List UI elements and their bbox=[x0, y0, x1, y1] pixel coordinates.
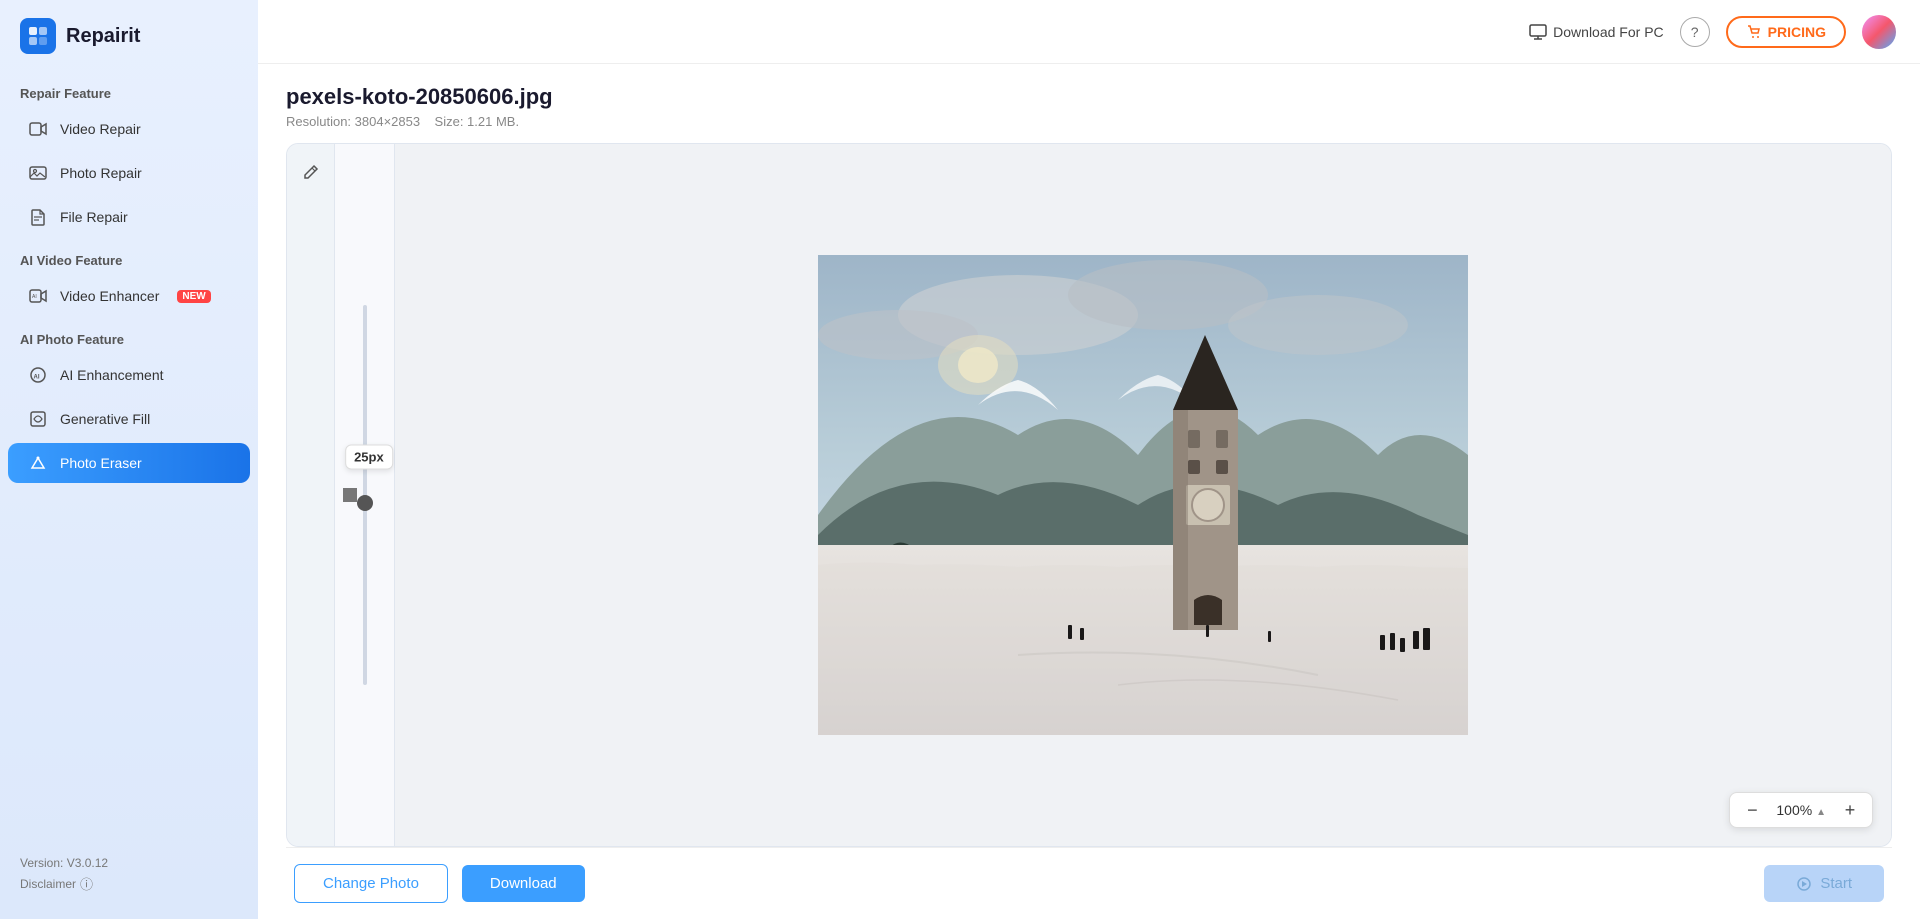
sidebar-item-file-repair[interactable]: File Repair bbox=[8, 197, 250, 237]
sidebar: Repairit Repair Feature Video Repair Pho… bbox=[0, 0, 258, 919]
brush-slider-thumb[interactable] bbox=[357, 495, 373, 511]
svg-text:AI: AI bbox=[32, 294, 37, 300]
photo-repair-icon bbox=[28, 163, 48, 183]
sidebar-item-photo-eraser-label: Photo Eraser bbox=[60, 455, 142, 471]
zoom-out-button[interactable]: − bbox=[1740, 798, 1764, 822]
disclaimer-label: Disclaimer bbox=[20, 877, 76, 891]
change-photo-button[interactable]: Change Photo bbox=[294, 864, 448, 903]
cart-icon bbox=[1746, 24, 1762, 40]
repair-feature-label: Repair Feature bbox=[0, 72, 258, 107]
ai-enhancement-icon: AI bbox=[28, 365, 48, 385]
sidebar-item-video-enhancer-label: Video Enhancer bbox=[60, 288, 159, 304]
start-button[interactable]: Start bbox=[1764, 865, 1884, 902]
video-repair-icon bbox=[28, 119, 48, 139]
download-for-pc[interactable]: Download For PC bbox=[1529, 24, 1664, 40]
brush-panel: 25px bbox=[335, 144, 395, 846]
photo-display bbox=[818, 255, 1468, 735]
pricing-label: PRICING bbox=[1768, 24, 1826, 40]
file-repair-icon bbox=[28, 207, 48, 227]
brush-slider-track[interactable]: 25px bbox=[363, 305, 367, 685]
sidebar-item-generative-fill-label: Generative Fill bbox=[60, 411, 150, 427]
sidebar-item-photo-repair-label: Photo Repair bbox=[60, 165, 142, 181]
download-for-pc-label: Download For PC bbox=[1553, 24, 1664, 40]
sidebar-footer: Version: V3.0.12 Disclaimer ⓘ bbox=[0, 846, 258, 903]
file-size: Size: 1.21 MB. bbox=[435, 114, 520, 129]
info-icon: ⓘ bbox=[80, 874, 93, 893]
sidebar-item-video-enhancer[interactable]: AI Video Enhancer NEW bbox=[8, 276, 250, 316]
main-content: Download For PC ? PRICING pexels-koto-20… bbox=[258, 0, 1920, 919]
help-icon: ? bbox=[1691, 24, 1699, 40]
sidebar-item-photo-eraser[interactable]: Photo Eraser bbox=[8, 443, 250, 483]
start-icon bbox=[1796, 876, 1812, 892]
editor-content: pexels-koto-20850606.jpg Resolution: 380… bbox=[258, 64, 1920, 919]
sidebar-item-video-repair-label: Video Repair bbox=[60, 121, 141, 137]
zoom-value-text: 100% bbox=[1776, 802, 1812, 818]
image-area[interactable]: − 100% ▲ + bbox=[395, 144, 1891, 846]
user-avatar[interactable] bbox=[1862, 15, 1896, 49]
video-enhancer-icon: AI bbox=[28, 286, 48, 306]
zoom-in-button[interactable]: + bbox=[1838, 798, 1862, 822]
generative-fill-icon bbox=[28, 409, 48, 429]
pencil-tool[interactable] bbox=[295, 156, 327, 188]
sidebar-item-file-repair-label: File Repair bbox=[60, 209, 128, 225]
editor-wrapper: Reset History files bbox=[286, 143, 1892, 847]
file-resolution: Resolution: 3804×2853 bbox=[286, 114, 420, 129]
brush-size-label: 25px bbox=[345, 445, 393, 470]
pricing-button[interactable]: PRICING bbox=[1726, 16, 1846, 48]
svg-text:AI: AI bbox=[34, 375, 40, 381]
sidebar-item-ai-enhancement-label: AI Enhancement bbox=[60, 367, 164, 383]
sidebar-item-video-repair[interactable]: Video Repair bbox=[8, 109, 250, 149]
tool-panel bbox=[287, 144, 335, 846]
help-button[interactable]: ? bbox=[1680, 17, 1710, 47]
disclaimer-link[interactable]: Disclaimer ⓘ bbox=[20, 874, 238, 893]
app-logo: Repairit bbox=[0, 0, 258, 72]
zoom-chevron-icon: ▲ bbox=[1816, 807, 1826, 818]
file-meta: Resolution: 3804×2853 Size: 1.21 MB. bbox=[286, 114, 1892, 129]
pencil-icon bbox=[302, 163, 320, 181]
download-button[interactable]: Download bbox=[462, 865, 585, 902]
monitor-icon bbox=[1529, 24, 1547, 40]
sidebar-item-generative-fill[interactable]: Generative Fill bbox=[8, 399, 250, 439]
new-badge: NEW bbox=[177, 290, 210, 303]
photo-eraser-icon bbox=[28, 453, 48, 473]
zoom-value: 100% ▲ bbox=[1770, 802, 1832, 818]
app-name: Repairit bbox=[66, 25, 140, 48]
version-text: Version: V3.0.12 bbox=[20, 856, 238, 870]
ai-photo-feature-label: AI Photo Feature bbox=[0, 318, 258, 353]
ai-video-feature-label: AI Video Feature bbox=[0, 239, 258, 274]
start-label: Start bbox=[1820, 875, 1852, 892]
logo-icon bbox=[20, 18, 56, 54]
sidebar-item-photo-repair[interactable]: Photo Repair bbox=[8, 153, 250, 193]
bottom-actions: Change Photo Download Start bbox=[286, 847, 1892, 919]
filename: pexels-koto-20850606.jpg bbox=[286, 84, 1892, 110]
topbar: Download For PC ? PRICING bbox=[258, 0, 1920, 64]
zoom-controls: − 100% ▲ + bbox=[1729, 792, 1873, 828]
sidebar-item-ai-enhancement[interactable]: AI AI Enhancement bbox=[8, 355, 250, 395]
